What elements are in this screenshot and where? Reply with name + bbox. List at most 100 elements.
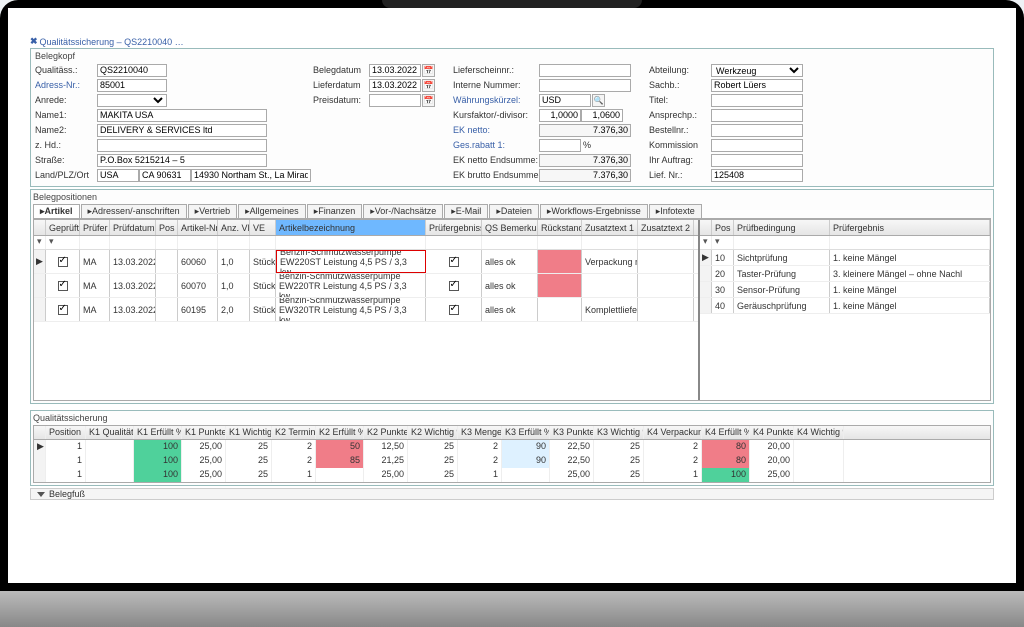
col-header[interactable]: K1 Qualität [86,426,134,439]
ansp-input[interactable] [711,109,803,122]
tab-email[interactable]: ▸E-Mail [444,204,488,218]
liefnr-input[interactable] [539,64,631,77]
calendar-icon[interactable]: 📅 [422,64,435,77]
rabatt-input[interactable] [539,139,581,152]
tab-artikel[interactable]: ▸Artikel [33,204,80,218]
auftrag-input[interactable] [711,154,803,167]
tab-vertrieb[interactable]: ▸Vertrieb [188,204,238,218]
col-header[interactable]: Prüfbedingung [734,220,830,235]
table-row[interactable]: MA13.03.2022601952,0StückBenzin-Schmutzw… [34,298,698,322]
checkbox-icon[interactable] [449,281,459,291]
col-header[interactable]: Anz. VE [218,220,250,235]
col-header[interactable]: K1 Punkte [182,426,226,439]
table-row[interactable]: 30Sensor-Prüfung1. keine Mängel [700,282,990,298]
qualnr-input[interactable] [97,64,167,77]
col-header[interactable]: Prüfergebnis [830,220,990,235]
col-header[interactable]: K3 Menge [458,426,502,439]
adrnr-input[interactable] [97,79,167,92]
table-row[interactable]: 110025,002528521,252529022,502528020,00 [34,454,990,468]
land-input[interactable] [97,169,139,182]
col-header[interactable]: K4 Erfüllt % [702,426,750,439]
table-row[interactable]: 110025,0025125,0025125,0025110025,00 [34,468,990,482]
tab-adressenanschriften[interactable]: ▸Adressen/-anschriften [81,204,187,218]
lieferdat-input[interactable] [369,79,421,92]
col-header[interactable]: K1 Erfüllt % [134,426,182,439]
col-header[interactable]: K2 Termin [272,426,316,439]
col-header[interactable]: K2 Erfüllt % [316,426,364,439]
table-row[interactable]: 40Geräuschprüfung1. keine Mängel [700,298,990,314]
close-icon[interactable]: ✖ [30,36,38,47]
col-header[interactable]: K3 Erfüllt % [502,426,550,439]
col-header[interactable]: Prüfergebnisse [426,220,482,235]
calendar-icon[interactable]: 📅 [422,79,435,92]
checkbox-icon[interactable] [58,305,68,315]
col-header[interactable]: Rückstand [538,220,582,235]
col-header[interactable]: K3 Punkte [550,426,594,439]
col-header[interactable]: Pos [712,220,734,235]
kurs1-input[interactable] [539,109,581,122]
calendar-icon[interactable]: 📅 [422,94,435,107]
table-row[interactable]: MA13.03.2022600701,0StückBenzin-Schmutzw… [34,274,698,298]
col-header[interactable]: Artikelbezeichnung [276,220,426,235]
titel-input[interactable] [711,94,803,107]
qs-grid[interactable]: PositionK1 QualitätK1 Erfüllt %K1 Punkte… [33,425,991,483]
col-header[interactable]: K4 Verpackung [644,426,702,439]
checkbox-icon[interactable] [58,281,68,291]
abt-select[interactable]: Werkzeug [711,64,803,77]
name2-input[interactable] [97,124,267,137]
liefnr2-input[interactable] [711,169,803,182]
col-header[interactable]: VE [250,220,276,235]
belegdat-input[interactable] [369,64,421,77]
rabatt-label[interactable]: Ges.rabatt 1: [453,140,539,150]
wkz-label[interactable]: Währungskürzel: [453,95,539,105]
col-header[interactable]: Position [46,426,86,439]
checkbox-icon[interactable] [449,257,459,267]
window-tab-title[interactable]: Qualitätssicherung – QS2210040 … [40,37,184,47]
col-header[interactable] [34,220,46,235]
eknetto-label[interactable]: EK netto: [453,125,539,135]
adrnr-label[interactable]: Adress-Nr.: [35,80,97,90]
col-header[interactable]: Zusatztext 1 [582,220,638,235]
ort-input[interactable] [191,169,311,182]
tab-infotexte[interactable]: ▸Infotexte [649,204,702,218]
col-header[interactable]: QS Bemerkung [482,220,538,235]
col-header[interactable] [700,220,712,235]
col-header[interactable]: Prüfdatum [110,220,156,235]
col-header[interactable]: K4 Wichtig % [794,426,844,439]
tab-finanzen[interactable]: ▸Finanzen [307,204,363,218]
name1-input[interactable] [97,109,267,122]
strasse-input[interactable] [97,154,267,167]
checkbox-icon[interactable] [58,257,68,267]
tab-workflowsergebnisse[interactable]: ▸Workflows-Ergebnisse [540,204,648,218]
table-row[interactable]: ▶10Sichtprüfung1. keine Mängel [700,250,990,266]
col-header[interactable]: K4 Punkte [750,426,794,439]
zhd-input[interactable] [97,139,267,152]
col-header[interactable]: Pos [156,220,178,235]
komm-input[interactable] [711,139,803,152]
best-input[interactable] [711,124,803,137]
kurs2-input[interactable] [581,109,623,122]
tab-dateien[interactable]: ▸Dateien [489,204,539,218]
col-header[interactable]: K2 Punkte [364,426,408,439]
checkbox-icon[interactable] [449,305,459,315]
col-header[interactable]: Artikel-Nr. [178,220,218,235]
sachb-input[interactable] [711,79,803,92]
preisdat-input[interactable] [369,94,421,107]
col-header[interactable]: K2 Wichtig % [408,426,458,439]
col-header[interactable]: Zusatztext 2 [638,220,694,235]
anrede-select[interactable] [97,94,167,107]
col-header[interactable]: Geprüft [46,220,80,235]
col-header[interactable]: K3 Wichtig % [594,426,644,439]
wkz-input[interactable] [539,94,591,107]
col-header[interactable] [34,426,46,439]
intnr-input[interactable] [539,79,631,92]
tab-allgemeines[interactable]: ▸Allgemeines [238,204,306,218]
plz-input[interactable] [139,169,191,182]
tab-vornachstze[interactable]: ▸Vor-/Nachsätze [363,204,443,218]
table-row[interactable]: ▶MA13.03.2022600601,0StückBenzin-Schmutz… [34,250,698,274]
col-header[interactable]: Prüfer [80,220,110,235]
positions-grid[interactable]: GeprüftPrüferPrüfdatumPosArtikel-Nr.Anz.… [33,219,991,401]
table-row[interactable]: 20Taster-Prüfung3. kleinere Mängel – ohn… [700,266,990,282]
table-row[interactable]: ▶110025,002525012,502529022,502528020,00 [34,440,990,454]
belegfuss-bar[interactable]: Belegfuß [30,488,994,500]
